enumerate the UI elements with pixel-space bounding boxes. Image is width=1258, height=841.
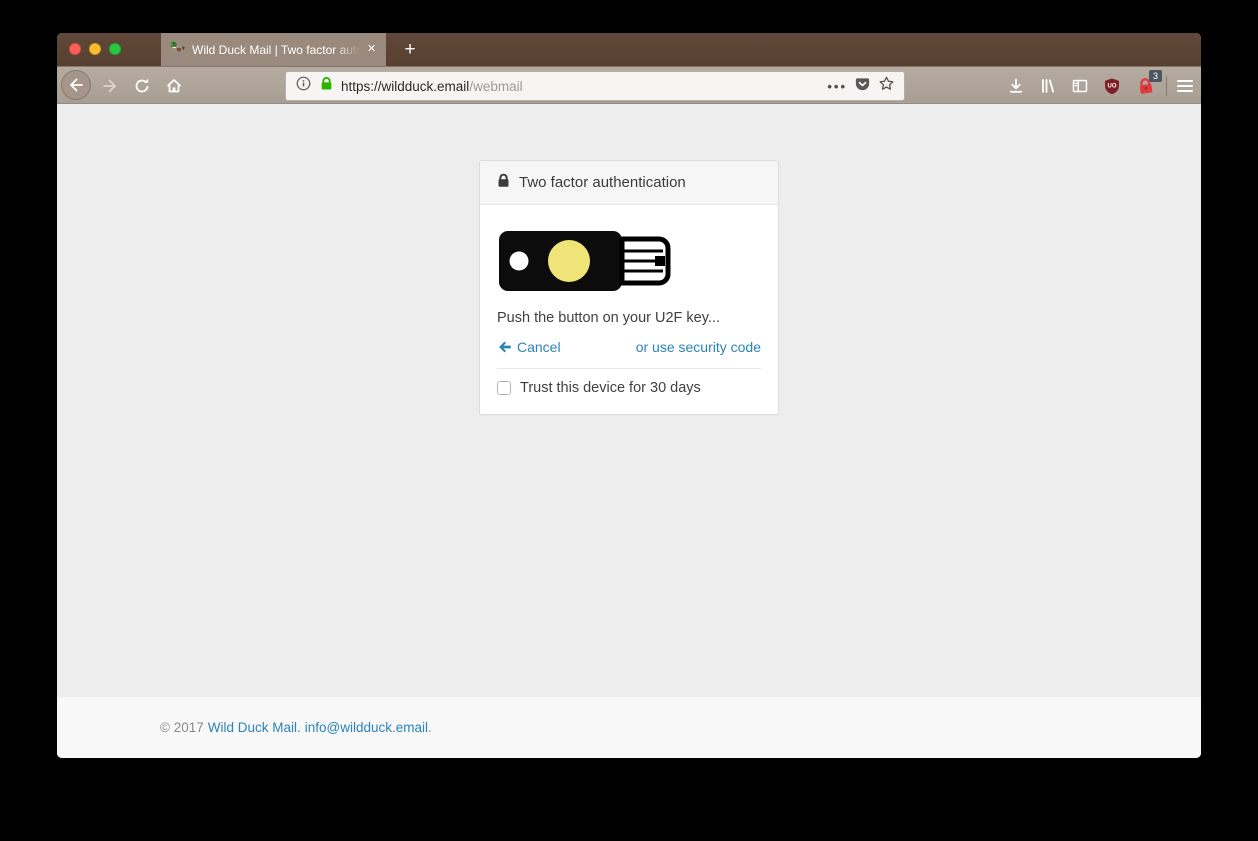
page-info-icon[interactable] <box>295 75 312 97</box>
email-link[interactable]: info@wildduck.email <box>305 720 428 735</box>
page-footer: © 2017 Wild Duck Mail. info@wildduck.ema… <box>57 697 1201 758</box>
footer-period: . <box>428 720 432 735</box>
trust-device-label: Trust this device for 30 days <box>520 380 701 396</box>
forward-button[interactable] <box>101 77 119 95</box>
tab-title: Wild Duck Mail | Two factor authenticati… <box>192 43 360 57</box>
card-header: Two factor authentication <box>480 161 778 205</box>
two-factor-card: Two factor authentication Push the but <box>479 160 779 415</box>
page-actions-icon[interactable]: ••• <box>827 79 847 94</box>
duck-favicon-icon <box>169 39 185 60</box>
links-row: Cancel or use security code <box>497 339 761 355</box>
minimize-button[interactable] <box>89 43 101 55</box>
browser-tab[interactable]: Wild Duck Mail | Two factor authenticati… <box>161 33 386 66</box>
card-body: Push the button on your U2F key... Cance… <box>480 205 778 414</box>
url-text: https://wildduck.email/webmail <box>341 79 523 94</box>
divider <box>497 368 761 369</box>
home-button[interactable] <box>165 77 183 95</box>
url-bar[interactable]: https://wildduck.email/webmail ••• <box>285 71 905 101</box>
bookmark-star-icon[interactable] <box>878 75 895 97</box>
trust-device-checkbox[interactable] <box>497 381 511 395</box>
navigation-toolbar: https://wildduck.email/webmail ••• <box>57 66 1201 104</box>
toolbar-separator <box>1166 76 1167 96</box>
back-button[interactable] <box>61 70 91 100</box>
email-wrap: info@wildduck.email. <box>305 720 432 735</box>
push-message: Push the button on your U2F key... <box>497 310 761 326</box>
ublock-label: UO <box>1108 84 1117 90</box>
arrow-left-icon <box>497 340 512 354</box>
back-arrow-icon <box>67 76 85 94</box>
tab-bar: Wild Duck Mail | Two factor authenticati… <box>57 33 1201 66</box>
brand-link[interactable]: Wild Duck Mail. <box>208 720 301 735</box>
sidebar-toggle-button[interactable] <box>1071 77 1089 95</box>
security-code-link[interactable]: or use security code <box>636 339 761 355</box>
copyright-text: © 2017 <box>160 720 204 735</box>
menu-hamburger-button[interactable] <box>1177 77 1195 95</box>
url-path: /webmail <box>469 79 522 94</box>
new-tab-button[interactable]: + <box>395 33 425 66</box>
cancel-link[interactable]: Cancel <box>497 339 561 355</box>
trust-device-row: Trust this device for 30 days <box>497 380 761 396</box>
library-button[interactable] <box>1039 77 1057 95</box>
card-title: Two factor authentication <box>519 174 686 191</box>
cancel-label: Cancel <box>517 339 561 355</box>
browser-window: Wild Duck Mail | Two factor authenticati… <box>57 33 1201 758</box>
extension-badge: 3 <box>1149 70 1162 82</box>
close-button[interactable] <box>69 43 81 55</box>
pocket-icon[interactable] <box>854 76 871 97</box>
tab-close-icon[interactable]: ✕ <box>367 44 376 55</box>
secure-lock-icon[interactable] <box>319 76 334 96</box>
zoom-button[interactable] <box>109 43 121 55</box>
downloads-button[interactable] <box>1007 77 1025 95</box>
u2f-key-illustration <box>497 226 672 296</box>
page-content: Two factor authentication Push the but <box>57 104 1201 758</box>
password-extension-icon[interactable]: 3 <box>1137 77 1155 95</box>
reload-button[interactable] <box>133 77 151 95</box>
url-domain: https://wildduck.email <box>341 79 469 94</box>
ublock-origin-icon[interactable]: UO <box>1103 77 1121 95</box>
lock-icon <box>496 173 511 192</box>
